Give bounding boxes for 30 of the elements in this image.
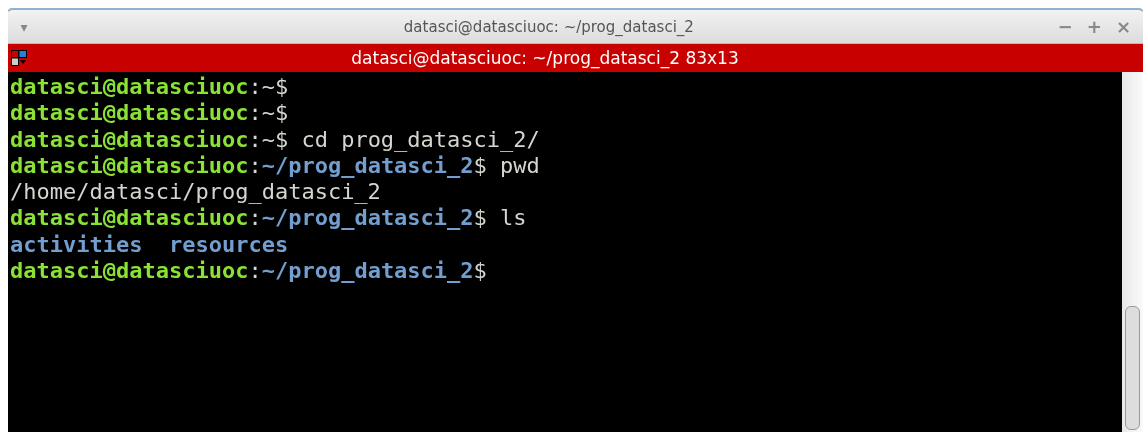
prompt-user: datasci@datasciuoc [10, 74, 249, 99]
prompt-user: datasci@datasciuoc [10, 126, 249, 152]
window-menu-button[interactable]: ▾ [8, 18, 40, 35]
terminal-text: $ ls [473, 205, 527, 231]
prompt-path: ~/prog_datasci_2 [261, 205, 474, 231]
prompt-path: ~/prog_datasci_2 [261, 258, 474, 284]
terminal-icon[interactable] [11, 50, 27, 66]
minimize-button[interactable]: − [1057, 16, 1073, 37]
terminal-text: $ [473, 258, 487, 284]
terminal-text: :~$ cd prog_datasci_2/ [248, 126, 540, 152]
window-title: datasci@datasciuoc: ~/prog_datasci_2 [402, 17, 695, 36]
prompt-path: ~/prog_datasci_2 [261, 152, 474, 178]
terminal-text: :~$ [248, 100, 289, 126]
scrollbar[interactable] [1122, 72, 1143, 432]
prompt-user: datasci@datasciuoc [10, 152, 249, 178]
scrollbar-thumb[interactable] [1125, 306, 1140, 430]
terminal-text: : [248, 258, 262, 284]
terminal-text: /home/datasci/prog_datasci_2 [10, 179, 381, 205]
terminal-text: :~$ [248, 74, 289, 99]
terminal-text: : [248, 205, 262, 231]
directory-name: resources [168, 231, 289, 257]
directory-name: activities [10, 231, 143, 257]
prompt-user: datasci@datasciuoc [10, 100, 249, 126]
terminal-text: : [248, 152, 262, 178]
terminal-title: datasci@datasciuoc: ~/prog_datasci_2 83x13 [350, 48, 740, 68]
terminal-text: $ pwd [473, 152, 540, 178]
maximize-button[interactable]: + [1086, 16, 1102, 37]
close-button[interactable]: × [1115, 16, 1131, 37]
prompt-user: datasci@datasciuoc [10, 258, 249, 284]
prompt-user: datasci@datasciuoc [10, 205, 249, 231]
